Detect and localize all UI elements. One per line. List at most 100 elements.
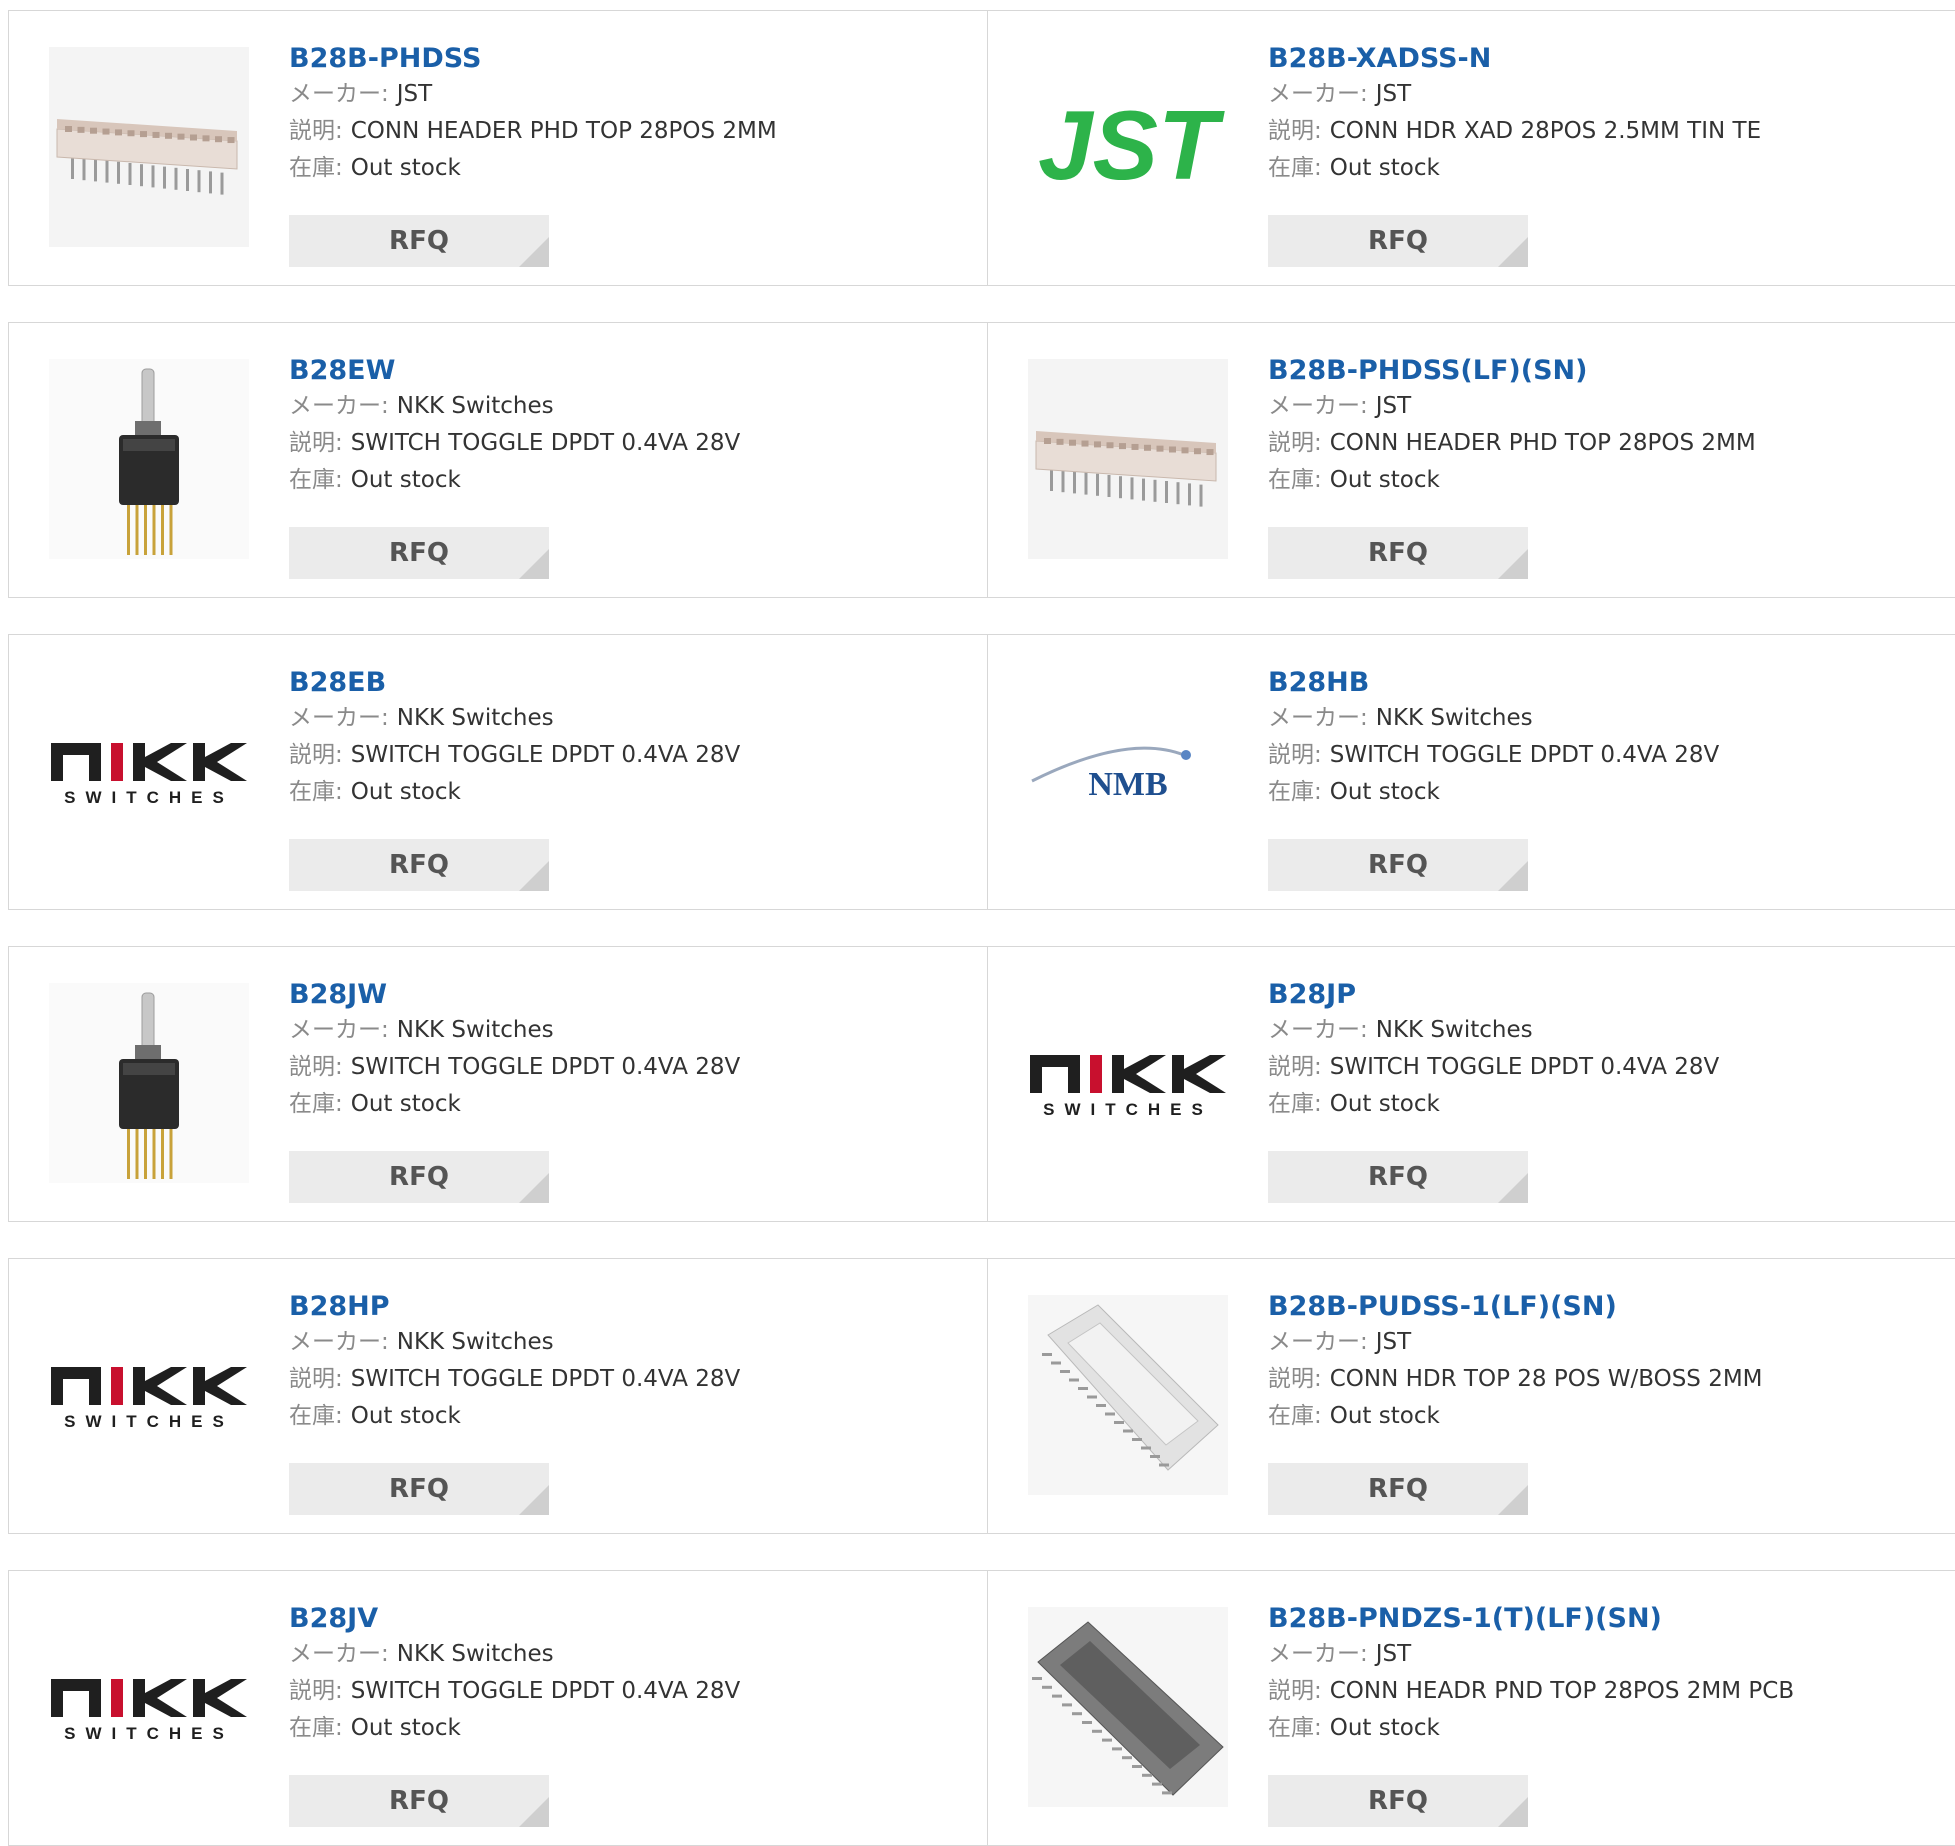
label-separator: :	[335, 779, 343, 806]
description-label: 説明	[289, 1678, 335, 1705]
part-number-link[interactable]: B28EB	[289, 665, 386, 700]
maker-label: メーカー	[1268, 81, 1360, 108]
nkk-switches-logo[interactable]: SWITCHES	[1028, 983, 1228, 1183]
rfq-button[interactable]: RFQ	[289, 1775, 549, 1827]
label-separator: :	[1314, 430, 1322, 457]
rfq-button[interactable]: RFQ	[1268, 527, 1528, 579]
corner-triangle-icon	[1498, 237, 1528, 267]
label-separator: :	[1314, 779, 1322, 806]
part-number-link[interactable]: B28B-XADSS-N	[1268, 41, 1491, 76]
stock-value: Out stock	[1329, 779, 1440, 806]
label-separator: :	[381, 1641, 389, 1668]
maker-label: メーカー	[1268, 705, 1360, 732]
part-number-link[interactable]: B28B-PUDSS-1(LF)(SN)	[1268, 1289, 1617, 1324]
maker-row: メーカー: NKK Switches	[289, 1636, 967, 1673]
rfq-button[interactable]: RFQ	[289, 527, 549, 579]
stock-row: 在庫: Out stock	[1268, 1086, 1955, 1123]
part-number-link[interactable]: B28JP	[1268, 977, 1356, 1012]
rfq-button[interactable]: RFQ	[289, 839, 549, 891]
description-value: CONN HEADR PND TOP 28POS 2MM PCB	[1329, 1678, 1795, 1705]
rfq-label: RFQ	[1368, 1162, 1428, 1192]
corner-triangle-icon	[519, 549, 549, 579]
stock-row: 在庫: Out stock	[289, 1086, 967, 1123]
product-card: B28B-PNDZS-1(T)(LF)(SN) メーカー: JST 説明: CONN H…	[987, 1570, 1955, 1846]
toggle-switch-image[interactable]	[49, 983, 249, 1183]
stock-row: 在庫: Out stock	[289, 150, 967, 187]
rfq-label: RFQ	[1368, 538, 1428, 568]
maker-label: メーカー	[289, 393, 381, 420]
nmb-logo[interactable]: NMB	[1028, 671, 1228, 871]
maker-row: メーカー: NKK Switches	[1268, 1012, 1955, 1049]
label-separator: :	[381, 705, 389, 732]
maker-value: JST	[1375, 1329, 1412, 1356]
label-separator: :	[1314, 467, 1322, 494]
product-card: B28JW メーカー: NKK Switches 説明: SWITCH TOGGLE D…	[8, 946, 988, 1222]
maker-label: メーカー	[1268, 1329, 1360, 1356]
part-number-link[interactable]: B28B-PNDZS-1(T)(LF)(SN)	[1268, 1601, 1662, 1636]
product-info: B28HP メーカー: NKK Switches 説明: SWITCH TOGGLE D…	[289, 1289, 967, 1435]
product-card: SWITCHES B28HP メーカー: NKK Switches 説明: SWITCH …	[8, 1258, 988, 1534]
label-separator: :	[335, 1678, 343, 1705]
maker-value: NKK Switches	[396, 1017, 554, 1044]
label-separator: :	[381, 1329, 389, 1356]
description-label: 説明	[1268, 118, 1314, 145]
nkk-switches-logo[interactable]: SWITCHES	[49, 671, 249, 871]
description-row: 説明: CONN HDR TOP 28 POS W/BOSS 2MM	[1268, 1361, 1955, 1398]
corner-triangle-icon	[1498, 549, 1528, 579]
product-grid: B28B-PHDSS メーカー: JST 説明: CONN HEADER PHD TOP…	[0, 0, 1955, 1846]
description-value: SWITCH TOGGLE DPDT 0.4VA 28V	[1329, 742, 1720, 769]
product-info: B28B-PNDZS-1(T)(LF)(SN) メーカー: JST 説明: CONN H…	[1268, 1601, 1955, 1747]
part-number-link[interactable]: B28HP	[289, 1289, 390, 1324]
nkk-switches-logo[interactable]: SWITCHES	[49, 1607, 249, 1807]
part-number-link[interactable]: B28JW	[289, 977, 387, 1012]
dark-header-image[interactable]	[1028, 1607, 1228, 1807]
description-row: 説明: SWITCH TOGGLE DPDT 0.4VA 28V	[289, 737, 967, 774]
stock-row: 在庫: Out stock	[289, 774, 967, 811]
description-value: CONN HDR XAD 28POS 2.5MM TIN TE	[1329, 118, 1762, 145]
connector-header-image[interactable]	[49, 47, 249, 247]
part-number-link[interactable]: B28EW	[289, 353, 395, 388]
stock-row: 在庫: Out stock	[1268, 462, 1955, 499]
label-separator: :	[335, 1403, 343, 1430]
product-info: B28EB メーカー: NKK Switches 説明: SWITCH TOGGLE D…	[289, 665, 967, 811]
stock-row: 在庫: Out stock	[1268, 150, 1955, 187]
toggle-switch-image[interactable]	[49, 359, 249, 559]
maker-row: メーカー: JST	[1268, 1324, 1955, 1361]
label-separator: :	[335, 118, 343, 145]
stock-value: Out stock	[350, 1091, 461, 1118]
description-value: SWITCH TOGGLE DPDT 0.4VA 28V	[350, 1678, 741, 1705]
label-separator: :	[381, 81, 389, 108]
label-separator: :	[335, 1091, 343, 1118]
description-row: 説明: CONN HEADR PND TOP 28POS 2MM PCB	[1268, 1673, 1955, 1710]
rfq-button[interactable]: RFQ	[1268, 1463, 1528, 1515]
product-card: NMB B28HB メーカー: NKK Switches 説明: SWITCH TOGGL…	[987, 634, 1955, 910]
stock-value: Out stock	[1329, 1715, 1440, 1742]
connector-header-image[interactable]	[1028, 359, 1228, 559]
part-number-link[interactable]: B28HB	[1268, 665, 1369, 700]
description-label: 説明	[289, 430, 335, 457]
rfq-button[interactable]: RFQ	[289, 215, 549, 267]
description-label: 説明	[1268, 1054, 1314, 1081]
product-info: B28EW メーカー: NKK Switches 説明: SWITCH TOGGLE D…	[289, 353, 967, 499]
rfq-button[interactable]: RFQ	[1268, 1151, 1528, 1203]
description-row: 説明: CONN HEADER PHD TOP 28POS 2MM	[1268, 425, 1955, 462]
nkk-switches-logo[interactable]: SWITCHES	[49, 1295, 249, 1495]
maker-row: メーカー: NKK Switches	[289, 700, 967, 737]
part-number-link[interactable]: B28JV	[289, 1601, 378, 1636]
description-row: 説明: CONN HEADER PHD TOP 28POS 2MM	[289, 113, 967, 150]
description-value: SWITCH TOGGLE DPDT 0.4VA 28V	[350, 1366, 741, 1393]
rfq-button[interactable]: RFQ	[1268, 215, 1528, 267]
part-number-link[interactable]: B28B-PHDSS(LF)(SN)	[1268, 353, 1587, 388]
boxed-header-image[interactable]	[1028, 1295, 1228, 1495]
jst-logo[interactable]: JST	[1028, 47, 1228, 247]
stock-label: 在庫	[289, 1715, 335, 1742]
rfq-button[interactable]: RFQ	[289, 1463, 549, 1515]
stock-row: 在庫: Out stock	[1268, 1398, 1955, 1435]
rfq-button[interactable]: RFQ	[1268, 839, 1528, 891]
description-label: 説明	[289, 1054, 335, 1081]
label-separator: :	[335, 742, 343, 769]
rfq-button[interactable]: RFQ	[1268, 1775, 1528, 1827]
part-number-link[interactable]: B28B-PHDSS	[289, 41, 481, 76]
rfq-button[interactable]: RFQ	[289, 1151, 549, 1203]
description-value: CONN HDR TOP 28 POS W/BOSS 2MM	[1329, 1366, 1763, 1393]
